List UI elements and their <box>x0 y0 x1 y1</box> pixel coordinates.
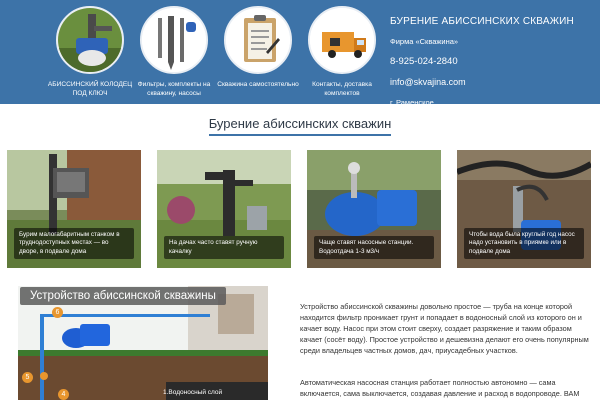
company-name: Фирма «Скважина» <box>390 37 459 46</box>
photo-caption: Чаще ставят насосные станции. Водоотдача… <box>314 236 434 259</box>
nav-item-well[interactable]: АБИССИНСКИЙ КОЛОДЕЦ ПОД КЛЮЧ <box>43 6 137 98</box>
nav-label: Скважина самостоятельно <box>217 81 299 88</box>
photo-card-drilling[interactable]: Бурим малогабаритным станком в труднодос… <box>7 150 141 268</box>
well-icon <box>56 6 124 74</box>
city-label: г. Раменское <box>390 98 434 107</box>
description-paragraph-2: Автоматическая насосная станция работает… <box>300 378 580 398</box>
filter-tools-icon <box>140 6 208 74</box>
diagram-marker-4: 4 <box>58 389 69 400</box>
contact-info: БУРЕНИЕ АБИССИНСКИХ СКВАЖИН Фирма «Скваж… <box>390 16 574 107</box>
photo-caption: Чтобы вода была круглый год насос надо у… <box>464 227 584 259</box>
photo-card-pit[interactable]: Чтобы вода была круглый год насос надо у… <box>457 150 591 268</box>
photo-caption: Бурим малогабаритным станком в труднодос… <box>14 227 134 259</box>
delivery-truck-icon <box>308 6 376 74</box>
page-title: Бурение абиссинских скважин <box>0 116 600 136</box>
nav-label: Контакты, доставка комплектов <box>312 81 372 97</box>
diagram-marker-6: 6 <box>52 307 63 318</box>
site-header: АБИССИНСКИЙ КОЛОДЕЦ ПОД КЛЮЧ Фильтры, ко… <box>0 0 600 107</box>
clipboard-icon <box>224 6 292 74</box>
email-link[interactable]: info@skvajina.com <box>390 77 574 87</box>
phone-link[interactable]: 8-925-024-2840 <box>390 56 574 67</box>
nav-item-contacts[interactable]: Контакты, доставка комплектов <box>295 6 389 98</box>
photo-caption: На дачах часто ставят ручную качалку <box>164 236 284 259</box>
photo-card-hand-pump[interactable]: На дачах часто ставят ручную качалку <box>157 150 291 268</box>
photo-card-pump-station[interactable]: Чаще ставят насосные станции. Водоотдача… <box>307 150 441 268</box>
nav-label: Фильтры, комплекты на скважину, насосы <box>137 81 211 97</box>
diagram-layer-label: 1.Водоносный слой <box>163 389 223 396</box>
nav-item-filters[interactable]: Фильтры, комплекты на скважину, насосы <box>127 6 221 98</box>
diagram-marker-5: 5 <box>22 372 33 383</box>
description-paragraph-1: Устройство абиссинской скважины довольно… <box>300 302 589 355</box>
site-title: БУРЕНИЕ АБИССИНСКИХ СКВАЖИН <box>390 16 574 27</box>
diagram-title: Устройство абиссинской скважины <box>20 287 226 305</box>
nav-label: АБИССИНСКИЙ КОЛОДЕЦ ПОД КЛЮЧ <box>47 81 133 97</box>
nav-item-diy[interactable]: Скважина самостоятельно <box>211 6 305 89</box>
